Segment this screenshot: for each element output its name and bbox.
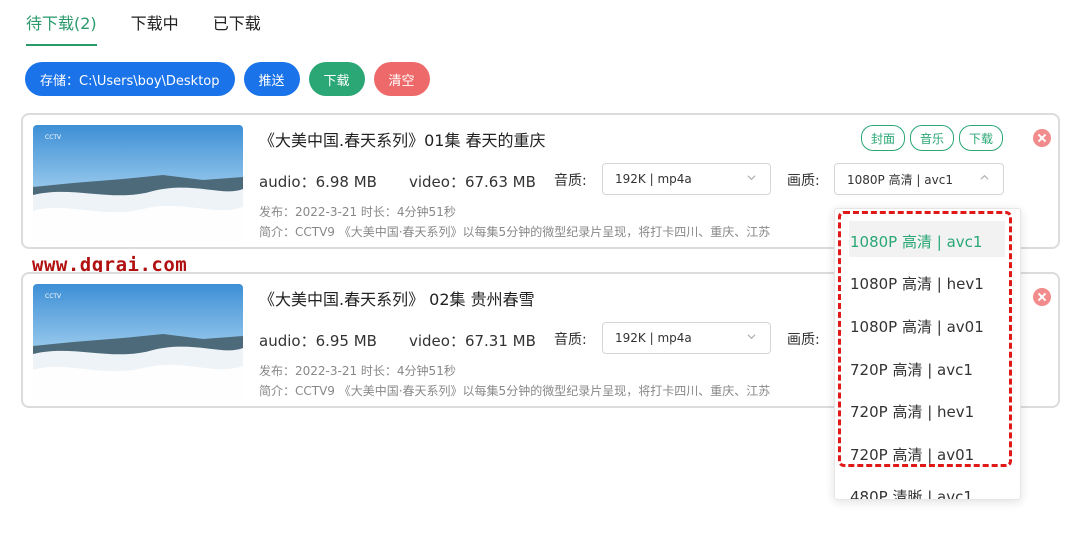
download-button[interactable]: 下载 xyxy=(308,62,365,96)
audio-quality-select[interactable]: 192K | mp4a xyxy=(602,322,771,354)
summary-text: 简介：CCTV9 《大美中国·春天系列》以每集5分钟的微型纪录片呈现，将打卡四川… xyxy=(259,384,771,398)
audio-quality-value: 192K | mp4a xyxy=(615,331,692,345)
tab-downloaded[interactable]: 已下载 xyxy=(213,6,261,46)
item-title: 《大美中国.春天系列》01集 春天的重庆 xyxy=(259,131,546,150)
video-thumbnail[interactable]: CCTV xyxy=(33,125,243,241)
dropdown-option[interactable]: 1080P 高清 | avc1 xyxy=(850,231,982,252)
video-quality-select[interactable]: 1080P 高清 | avc1 xyxy=(834,163,1004,195)
video-quality-value: 1080P 高清 | avc1 xyxy=(847,172,953,187)
audio-quality-label: 音质: xyxy=(554,173,587,189)
channel-logo-text: CCTV xyxy=(45,293,62,300)
dropdown-option[interactable]: 720P 高清 | av01 xyxy=(850,444,974,465)
video-size: video：67.31 MB xyxy=(408,332,536,350)
chevron-up-icon xyxy=(980,174,989,180)
video-quality-label: 画质: xyxy=(787,332,820,348)
close-icon[interactable] xyxy=(1033,129,1051,147)
download-tag-button[interactable]: 下载 xyxy=(959,125,1004,151)
item-actions: 封面 音乐 下载 xyxy=(861,125,1004,151)
dropdown-option[interactable]: 1080P 高清 | av01 xyxy=(850,316,984,337)
music-tag-button[interactable]: 音乐 xyxy=(910,125,955,151)
audio-size: audio：6.98 MB xyxy=(259,173,377,191)
publish-info: 发布：2022-3-21 时长：4分钟51秒 xyxy=(259,205,456,219)
audio-size: audio：6.95 MB xyxy=(259,332,377,350)
tab-bar: 待下载(2) 下载中 已下载 xyxy=(26,6,261,46)
cover-tag-button[interactable]: 封面 xyxy=(861,125,906,151)
video-quality-dropdown: 1080P 高清 | avc1 1080P 高清 | hev1 1080P 高清… xyxy=(834,208,1021,500)
publish-info: 发布：2022-3-21 时长：4分钟51秒 xyxy=(259,364,456,378)
storage-path-button[interactable]: 存储：C:\Users\boy\Desktop xyxy=(25,62,235,96)
summary-text: 简介：CCTV9 《大美中国·春天系列》以每集5分钟的微型纪录片呈现，将打卡四川… xyxy=(259,225,771,239)
dropdown-option[interactable]: 480P 清晰 | avc1 xyxy=(850,486,973,499)
video-quality-label: 画质: xyxy=(787,173,820,189)
close-icon[interactable] xyxy=(1033,288,1051,306)
dropdown-option[interactable]: 720P 高清 | avc1 xyxy=(850,359,973,380)
clear-button[interactable]: 清空 xyxy=(373,62,430,96)
video-size: video：67.63 MB xyxy=(408,173,536,191)
channel-logo-text: CCTV xyxy=(45,134,62,141)
audio-quality-label: 音质: xyxy=(554,332,587,348)
tab-downloading[interactable]: 下载中 xyxy=(131,6,179,46)
item-title: 《大美中国.春天系列》 02集 贵州春雪 xyxy=(259,290,535,309)
audio-quality-select[interactable]: 192K | mp4a xyxy=(602,163,771,195)
dropdown-option[interactable]: 720P 高清 | hev1 xyxy=(850,401,974,422)
dropdown-option[interactable]: 1080P 高清 | hev1 xyxy=(850,273,984,294)
chevron-down-icon xyxy=(747,175,756,181)
audio-quality-value: 192K | mp4a xyxy=(615,172,692,186)
chevron-down-icon xyxy=(747,334,756,340)
toolbar: 存储：C:\Users\boy\Desktop 推送 下载 清空 xyxy=(25,62,430,96)
push-button[interactable]: 推送 xyxy=(243,62,300,96)
video-thumbnail[interactable]: CCTV xyxy=(33,284,243,400)
item-sizes: audio：6.98 MB video：67.63 MB xyxy=(259,171,536,192)
tab-pending[interactable]: 待下载(2) xyxy=(26,6,97,46)
item-sizes: audio：6.95 MB video：67.31 MB xyxy=(259,330,536,351)
